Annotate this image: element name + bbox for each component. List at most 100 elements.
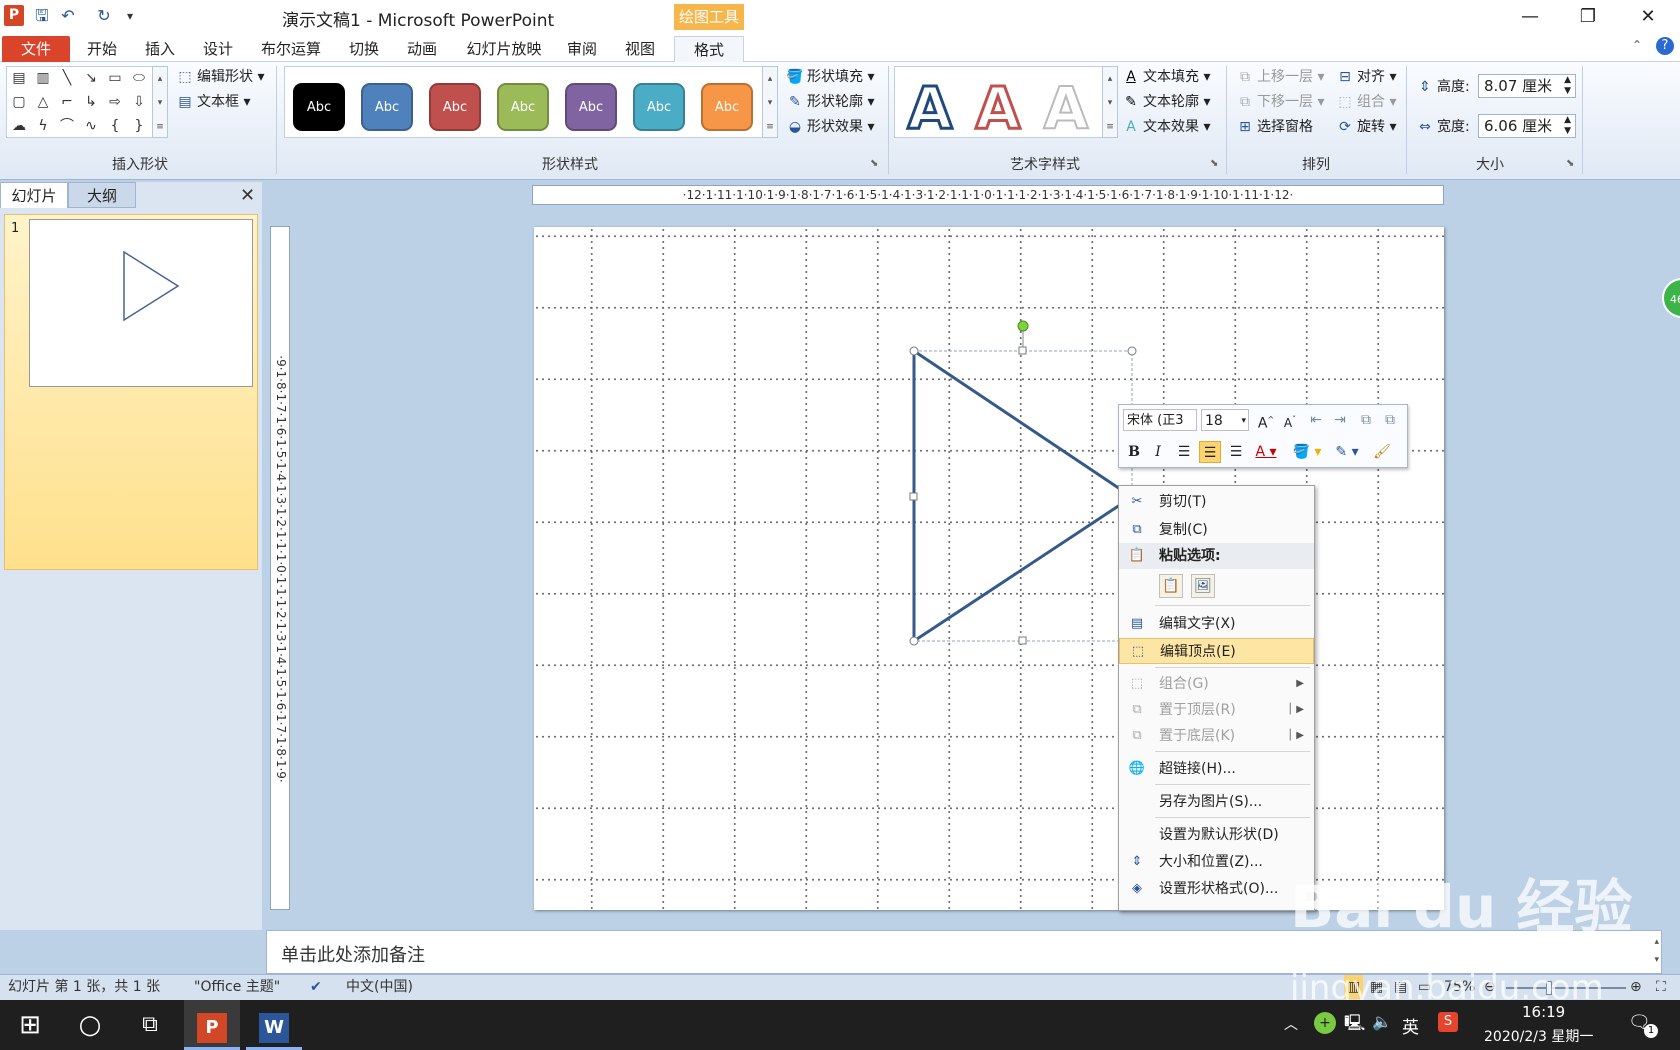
- arc-shape-icon[interactable]: ⌒: [57, 117, 77, 135]
- slide-thumbnail[interactable]: [29, 219, 253, 387]
- redo-icon[interactable]: ↻: [94, 6, 114, 26]
- oval-shape-icon[interactable]: ⬭: [129, 69, 149, 87]
- shape-outline-button[interactable]: ✎ 形状轮廓 ▾: [786, 91, 874, 113]
- wordart-style-outline[interactable]: A: [1035, 76, 1097, 140]
- rounded-rectangle-shape-icon[interactable]: ▢: [9, 93, 29, 111]
- format-painter-icon[interactable]: 🖌: [1371, 441, 1393, 463]
- shape-style-purple[interactable]: Abc: [565, 83, 617, 131]
- menu-item-edit-text[interactable]: ▤ 编辑文字(X): [1119, 611, 1314, 637]
- shape-styles-scroll[interactable]: ▴ ▾ ≡: [762, 66, 778, 138]
- resize-handle[interactable]: [1127, 346, 1137, 356]
- menu-item-send-to-back[interactable]: ⧉ 置于底层(K) │ ▶: [1119, 723, 1314, 749]
- font-color-icon[interactable]: A ▾: [1251, 441, 1281, 463]
- rotate-button[interactable]: ⟳ 旋转 ▾: [1336, 116, 1396, 138]
- bring-front-mini-icon[interactable]: ⧉: [1355, 409, 1377, 431]
- down-arrow-shape-icon[interactable]: ⇩: [129, 93, 149, 111]
- textbox-shape-icon[interactable]: ▤: [9, 69, 29, 87]
- vertical-textbox-shape-icon[interactable]: ▥: [33, 69, 53, 87]
- language[interactable]: 中文(中国): [346, 975, 413, 999]
- tray-app-icon[interactable]: +: [1314, 1012, 1336, 1034]
- wordart-style-red[interactable]: A: [967, 76, 1029, 141]
- bring-forward-button[interactable]: ⧉ 上移一层 ▾: [1236, 66, 1324, 88]
- shape-fill-button[interactable]: 🪣 形状填充 ▾: [786, 66, 874, 88]
- tab-insert[interactable]: 插入: [140, 36, 180, 62]
- cloud-shape-icon[interactable]: ☁: [9, 117, 29, 135]
- search-circle-icon[interactable]: ○: [62, 1000, 118, 1050]
- volume-icon[interactable]: 🔈: [1372, 1012, 1392, 1031]
- increase-indent-icon[interactable]: ⇥: [1329, 409, 1351, 431]
- rotation-handle[interactable]: [1017, 320, 1029, 332]
- menu-item-cut[interactable]: ✂ 剪切(T): [1119, 489, 1314, 515]
- resize-handle[interactable]: [1018, 636, 1027, 645]
- align-left-icon[interactable]: ☰: [1173, 441, 1195, 463]
- elbow-arrow-shape-icon[interactable]: ↳: [81, 93, 101, 111]
- line-shape-icon[interactable]: ╲: [57, 69, 77, 87]
- input-method-icon[interactable]: S: [1438, 1012, 1458, 1032]
- clock-date[interactable]: 2020/2/3 星期一: [1484, 1026, 1593, 1046]
- grow-font-icon[interactable]: A^: [1255, 409, 1277, 432]
- close-panel-icon[interactable]: ✕: [240, 185, 255, 206]
- tab-transitions[interactable]: 切换: [344, 36, 384, 62]
- menu-item-hyperlink[interactable]: 🌐 超链接(H)...: [1119, 756, 1314, 782]
- theme-name[interactable]: "Office 主题": [194, 975, 280, 999]
- triangle-shape[interactable]: [912, 348, 1135, 644]
- restore-button[interactable]: ❐: [1568, 4, 1608, 30]
- menu-item-bring-to-front[interactable]: ⧉ 置于顶层(R) │ ▶: [1119, 697, 1314, 723]
- decrease-indent-icon[interactable]: ⇤: [1305, 409, 1327, 431]
- clock-time[interactable]: 16:19: [1522, 1003, 1565, 1021]
- highlight-color-icon[interactable]: 🪣 ▾: [1289, 441, 1325, 463]
- close-button[interactable]: ✕: [1628, 4, 1668, 30]
- spellcheck-icon[interactable]: ✔: [310, 975, 322, 999]
- menu-item-save-as-picture[interactable]: 另存为图片(S)...: [1119, 789, 1314, 815]
- save-icon[interactable]: 🖫: [32, 6, 52, 26]
- tab-slides[interactable]: 幻灯片: [0, 182, 68, 208]
- tab-animations[interactable]: 动画: [402, 36, 442, 62]
- wordart-scroll[interactable]: ▴ ▾ ≡: [1102, 66, 1118, 138]
- bold-button[interactable]: B: [1123, 441, 1145, 463]
- notes-scroll-icon[interactable]: ▴ ▾: [1654, 933, 1659, 969]
- tab-view[interactable]: 视图: [620, 36, 660, 62]
- tray-expand-icon[interactable]: ︿: [1284, 1014, 1298, 1034]
- shape-style-blue[interactable]: Abc: [361, 83, 413, 131]
- paste-as-picture-icon[interactable]: 🖼: [1191, 574, 1215, 598]
- menu-item-set-default-shape[interactable]: 设置为默认形状(D): [1119, 822, 1314, 848]
- resize-handle[interactable]: [1018, 346, 1027, 355]
- curve-shape-icon[interactable]: ∿: [81, 117, 101, 135]
- freeform-shape-icon[interactable]: ϟ: [33, 117, 53, 135]
- resize-handle[interactable]: [909, 636, 919, 646]
- wordart-style-blue[interactable]: A: [899, 76, 961, 141]
- network-icon[interactable]: 🖳: [1344, 1012, 1365, 1039]
- shape-style-aqua[interactable]: Abc: [633, 83, 685, 131]
- dialog-launcher-icon[interactable]: ⬊: [870, 158, 878, 169]
- right-brace-shape-icon[interactable]: }: [129, 117, 149, 135]
- rectangle-shape-icon[interactable]: ▭: [105, 69, 125, 87]
- tab-outline[interactable]: 大纲: [68, 182, 136, 208]
- shape-style-black[interactable]: Abc: [293, 83, 345, 131]
- send-back-mini-icon[interactable]: ⧉: [1379, 409, 1401, 431]
- shape-effects-button[interactable]: ◒ 形状效果 ▾: [786, 116, 875, 138]
- dialog-launcher-icon[interactable]: ⬊: [1566, 158, 1574, 169]
- send-backward-button[interactable]: ⧉ 下移一层 ▾: [1236, 91, 1324, 113]
- tab-home[interactable]: 开始: [82, 36, 122, 62]
- text-outline-button[interactable]: ✎ 文本轮廓 ▾: [1122, 91, 1210, 113]
- slide-thumbnail-frame[interactable]: 1: [4, 214, 258, 570]
- minimize-button[interactable]: —: [1510, 4, 1550, 30]
- shrink-font-icon[interactable]: Aˇ: [1279, 409, 1301, 431]
- tab-design[interactable]: 设计: [198, 36, 238, 62]
- floating-badge[interactable]: 46: [1662, 278, 1680, 318]
- width-spinner[interactable]: ▲ ▼: [1564, 115, 1571, 137]
- group-button[interactable]: ⬚ 组合 ▾: [1336, 91, 1396, 113]
- customize-quick-access-icon[interactable]: ▾: [120, 6, 140, 26]
- windows-start-icon[interactable]: ⊞: [2, 1000, 58, 1050]
- menu-item-size-position[interactable]: ⇕ 大小和位置(Z)...: [1119, 849, 1314, 875]
- width-input[interactable]: 6.06 厘米 ▲ ▼: [1478, 114, 1576, 138]
- powerpoint-app-icon[interactable]: P: [4, 5, 24, 26]
- undo-icon[interactable]: ↶: [58, 6, 78, 26]
- help-icon[interactable]: ?: [1656, 37, 1674, 55]
- align-center-icon[interactable]: ☰: [1199, 441, 1221, 463]
- italic-button[interactable]: I: [1147, 441, 1169, 463]
- left-brace-shape-icon[interactable]: {: [105, 117, 125, 135]
- shape-style-orange[interactable]: Abc: [701, 83, 753, 131]
- menu-item-copy[interactable]: ⧉ 复制(C): [1119, 517, 1314, 543]
- align-right-icon[interactable]: ☰: [1225, 441, 1247, 463]
